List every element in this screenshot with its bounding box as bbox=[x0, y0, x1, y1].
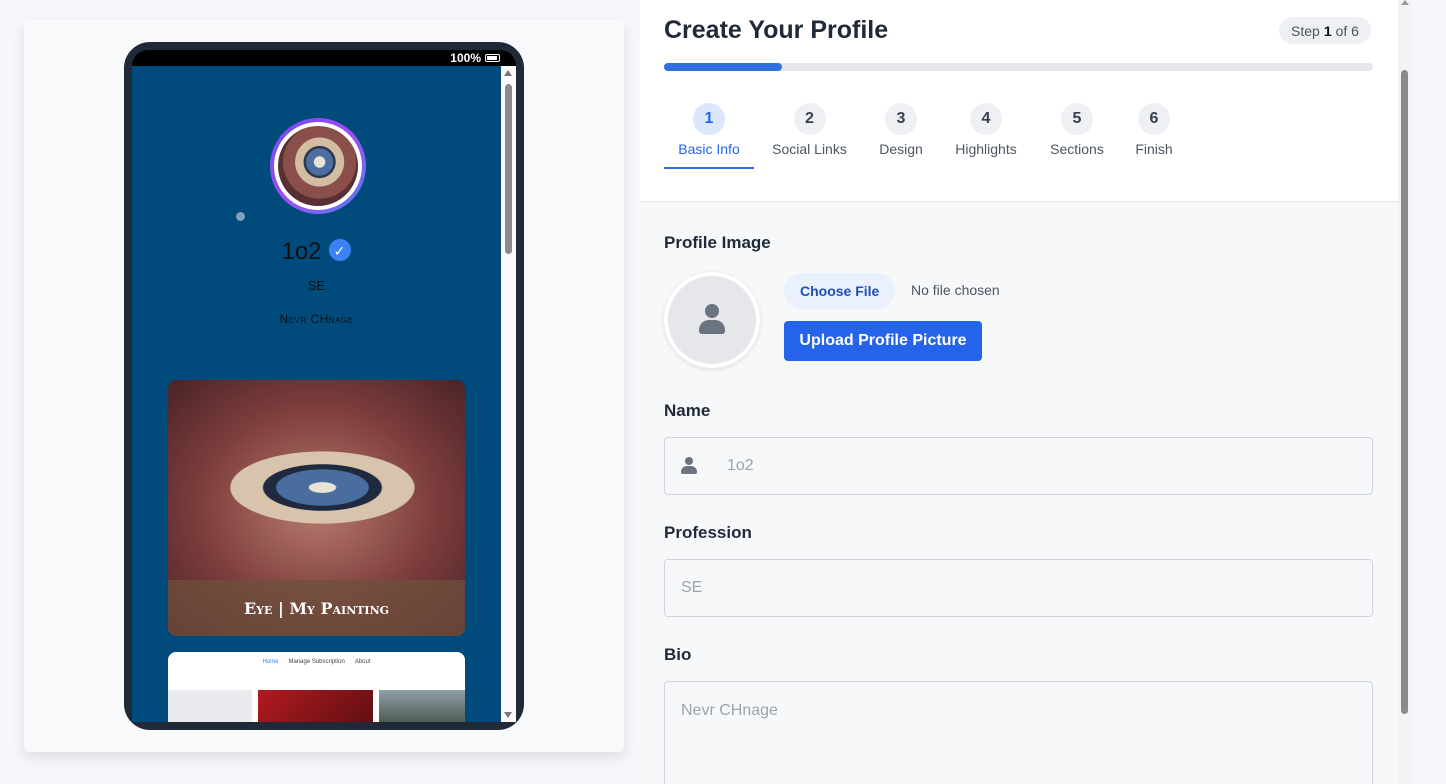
step-tabs: 1 Basic Info 2 Social Links 3 Design 4 H… bbox=[664, 103, 1189, 169]
step-current: 1 bbox=[1323, 22, 1332, 39]
choose-file-button[interactable]: Choose File bbox=[784, 273, 896, 309]
highlight-painting-card[interactable]: Eye | My Painting bbox=[168, 380, 465, 636]
mini-nav: Home Manage Subscription About bbox=[168, 652, 465, 665]
mini-thumb-2 bbox=[257, 690, 374, 722]
tab-highlights[interactable]: 4 Highlights bbox=[937, 103, 1035, 169]
upload-profile-picture-button[interactable]: Upload Profile Picture bbox=[784, 321, 982, 361]
step-number: 4 bbox=[970, 103, 1002, 135]
preview-profession: SE bbox=[307, 278, 326, 293]
bio-placeholder: Nevr CHnage bbox=[681, 702, 778, 719]
step-label: Basic Info bbox=[678, 141, 740, 157]
verified-check-icon: ✓ bbox=[327, 238, 352, 262]
step-suffix: of 6 bbox=[1335, 22, 1359, 39]
scroll-down-icon[interactable] bbox=[504, 712, 512, 718]
painting-caption: Eye | My Painting bbox=[168, 580, 465, 636]
profession-placeholder: SE bbox=[681, 579, 703, 596]
step-prefix: Step bbox=[1291, 22, 1320, 39]
profile-form-panel: Create Your Profile Step 1 of 6 1 Basic … bbox=[640, 0, 1398, 784]
battery-icon bbox=[485, 54, 500, 62]
preview-avatar bbox=[270, 118, 366, 214]
decorative-dot bbox=[236, 212, 245, 221]
battery-percent: 100% bbox=[450, 51, 481, 65]
page-scroll-up-icon[interactable] bbox=[1401, 0, 1409, 5]
page-scrollbar[interactable] bbox=[1398, 0, 1411, 784]
mini-site-preview[interactable]: Home Manage Subscription About bbox=[168, 652, 465, 722]
step-label: Finish bbox=[1135, 141, 1173, 157]
preview-scroll-thumb[interactable] bbox=[505, 84, 512, 254]
step-number: 3 bbox=[885, 103, 917, 135]
step-label: Social Links bbox=[772, 141, 847, 157]
page-title: Create Your Profile bbox=[664, 16, 889, 44]
progress-fill bbox=[664, 63, 783, 71]
tab-finish[interactable]: 6 Finish bbox=[1119, 103, 1189, 169]
scroll-up-icon[interactable] bbox=[504, 70, 512, 76]
mini-nav-manage: Manage Subscription bbox=[288, 659, 345, 665]
step-label: Sections bbox=[1050, 141, 1104, 157]
profile-image-label: Profile Image bbox=[664, 233, 771, 252]
form-header: Create Your Profile Step 1 of 6 1 Basic … bbox=[640, 0, 1398, 202]
preview-name-text: 1o2 bbox=[281, 238, 322, 265]
step-number: 6 bbox=[1138, 103, 1170, 135]
name-input[interactable]: 1o2 bbox=[664, 437, 1373, 495]
bio-label: Bio bbox=[664, 645, 692, 664]
avatar-image bbox=[278, 126, 358, 206]
profile-image-placeholder bbox=[664, 272, 760, 368]
bio-textarea[interactable]: Nevr CHnage bbox=[664, 681, 1373, 784]
step-label: Highlights bbox=[955, 141, 1017, 157]
user-icon bbox=[681, 457, 697, 475]
tab-basic-info[interactable]: 1 Basic Info bbox=[664, 103, 754, 169]
preview-scrollbar[interactable] bbox=[501, 66, 516, 722]
mini-nav-home: Home bbox=[262, 659, 279, 665]
mini-thumb-3 bbox=[379, 690, 465, 722]
tab-sections[interactable]: 5 Sections bbox=[1035, 103, 1119, 169]
status-bar: 100% bbox=[132, 50, 516, 66]
name-placeholder: 1o2 bbox=[727, 457, 754, 474]
phone-frame: 100% 1o2 ✓ SE Nevr CHnage Eye | My Painti… bbox=[124, 42, 524, 730]
tab-design[interactable]: 3 Design bbox=[865, 103, 937, 169]
preview-name: 1o2 ✓ bbox=[132, 238, 501, 266]
progress-bar bbox=[664, 63, 1373, 71]
user-icon bbox=[697, 304, 727, 336]
profession-input[interactable]: SE bbox=[664, 559, 1373, 617]
mini-nav-about: About bbox=[354, 659, 371, 665]
preview-card: 100% 1o2 ✓ SE Nevr CHnage Eye | My Painti… bbox=[24, 20, 624, 752]
mini-thumb-1 bbox=[168, 690, 252, 722]
preview-bio: Nevr CHnage bbox=[279, 312, 354, 326]
step-label: Design bbox=[879, 141, 923, 157]
tab-social-links[interactable]: 2 Social Links bbox=[754, 103, 865, 169]
no-file-chosen-text: No file chosen bbox=[911, 282, 1000, 298]
profession-label: Profession bbox=[664, 523, 752, 542]
step-badge: Step 1 of 6 bbox=[1279, 17, 1371, 44]
mini-thumbnails bbox=[168, 690, 465, 722]
profile-preview-screen[interactable]: 1o2 ✓ SE Nevr CHnage Eye | My Painting Ho… bbox=[132, 66, 501, 722]
step-number: 5 bbox=[1061, 103, 1093, 135]
page-scroll-thumb[interactable] bbox=[1401, 70, 1408, 714]
step-number: 1 bbox=[693, 103, 725, 135]
step-number: 2 bbox=[793, 103, 826, 135]
name-label: Name bbox=[664, 401, 711, 420]
